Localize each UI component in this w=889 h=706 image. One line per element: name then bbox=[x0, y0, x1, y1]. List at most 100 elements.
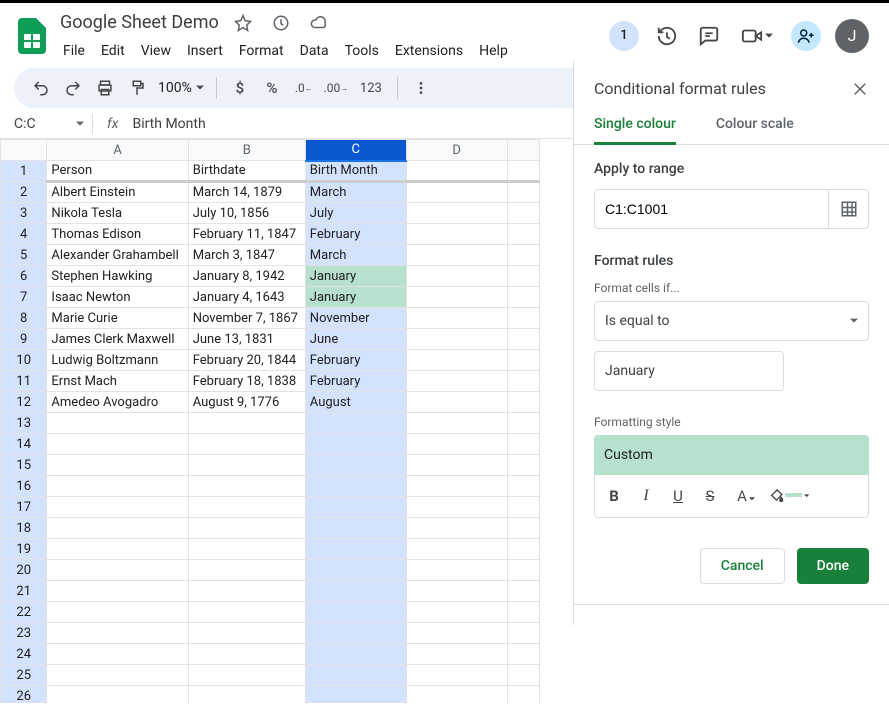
cell[interactable] bbox=[305, 560, 406, 581]
cell[interactable] bbox=[305, 665, 406, 686]
cell[interactable] bbox=[305, 581, 406, 602]
text-color-button[interactable]: A bbox=[729, 483, 763, 509]
cell[interactable] bbox=[507, 581, 539, 602]
cell[interactable]: March 3, 1847 bbox=[188, 245, 305, 266]
cell[interactable]: January 8, 1942 bbox=[188, 266, 305, 287]
row-header[interactable]: 10 bbox=[1, 350, 47, 371]
cell[interactable] bbox=[507, 539, 539, 560]
row-header[interactable]: 3 bbox=[1, 203, 47, 224]
cell[interactable]: Birth Month bbox=[305, 161, 406, 182]
style-preview[interactable]: Custom bbox=[594, 435, 869, 475]
tab-single-colour[interactable]: Single colour bbox=[594, 116, 676, 145]
cell[interactable] bbox=[406, 329, 507, 350]
menu-file[interactable]: File bbox=[56, 39, 92, 63]
presence-count[interactable]: 1 bbox=[609, 21, 639, 51]
menu-extensions[interactable]: Extensions bbox=[388, 39, 470, 63]
cell[interactable] bbox=[406, 371, 507, 392]
cell[interactable] bbox=[406, 686, 507, 704]
cell[interactable]: January bbox=[305, 287, 406, 308]
cell[interactable] bbox=[188, 644, 305, 665]
row-header[interactable]: 21 bbox=[1, 581, 47, 602]
cell[interactable]: Albert Einstein bbox=[47, 182, 188, 203]
cancel-button[interactable]: Cancel bbox=[700, 548, 785, 584]
cell[interactable] bbox=[188, 602, 305, 623]
row-header[interactable]: 11 bbox=[1, 371, 47, 392]
cell[interactable] bbox=[507, 623, 539, 644]
cell[interactable] bbox=[507, 497, 539, 518]
cell[interactable]: July 10, 1856 bbox=[188, 203, 305, 224]
account-avatar[interactable]: J bbox=[835, 19, 869, 53]
zoom-select[interactable]: 100% bbox=[154, 80, 208, 96]
cell[interactable] bbox=[47, 581, 188, 602]
cell[interactable] bbox=[507, 434, 539, 455]
cell[interactable] bbox=[305, 686, 406, 704]
cell[interactable]: Isaac Newton bbox=[47, 287, 188, 308]
column-header-D[interactable]: D bbox=[406, 140, 507, 161]
cell[interactable] bbox=[305, 413, 406, 434]
cell[interactable] bbox=[305, 644, 406, 665]
cell[interactable] bbox=[47, 665, 188, 686]
row-header[interactable]: 16 bbox=[1, 476, 47, 497]
cell[interactable] bbox=[507, 644, 539, 665]
cell[interactable] bbox=[188, 623, 305, 644]
more-toolbar-button[interactable] bbox=[406, 73, 436, 103]
row-header[interactable]: 13 bbox=[1, 413, 47, 434]
cell[interactable] bbox=[507, 350, 539, 371]
print-button[interactable] bbox=[90, 73, 120, 103]
cell[interactable]: August bbox=[305, 392, 406, 413]
cell[interactable] bbox=[47, 497, 188, 518]
cell[interactable] bbox=[305, 476, 406, 497]
cell[interactable] bbox=[406, 581, 507, 602]
cell[interactable] bbox=[406, 413, 507, 434]
row-header[interactable]: 4 bbox=[1, 224, 47, 245]
cell[interactable] bbox=[406, 182, 507, 203]
cell[interactable] bbox=[406, 665, 507, 686]
corner-cell[interactable] bbox=[507, 140, 539, 161]
menu-help[interactable]: Help bbox=[472, 39, 515, 63]
cell[interactable] bbox=[305, 539, 406, 560]
fill-color-button[interactable] bbox=[769, 483, 809, 509]
redo-button[interactable] bbox=[58, 73, 88, 103]
italic-button[interactable]: I bbox=[633, 483, 659, 509]
cell[interactable]: Thomas Edison bbox=[47, 224, 188, 245]
cell[interactable]: Ernst Mach bbox=[47, 371, 188, 392]
cell[interactable]: November bbox=[305, 308, 406, 329]
row-header[interactable]: 2 bbox=[1, 182, 47, 203]
row-header[interactable]: 20 bbox=[1, 560, 47, 581]
star-icon[interactable] bbox=[229, 9, 257, 37]
row-header[interactable]: 23 bbox=[1, 623, 47, 644]
number-format-button[interactable]: 123 bbox=[353, 73, 389, 103]
cell[interactable] bbox=[188, 686, 305, 704]
cell[interactable] bbox=[406, 518, 507, 539]
cell[interactable] bbox=[305, 623, 406, 644]
spreadsheet-grid[interactable]: ABCD 1PersonBirthdateBirth Month2Albert … bbox=[0, 139, 540, 703]
row-header[interactable]: 14 bbox=[1, 434, 47, 455]
cell[interactable] bbox=[47, 455, 188, 476]
row-header[interactable]: 15 bbox=[1, 455, 47, 476]
cell[interactable]: James Clerk Maxwell bbox=[47, 329, 188, 350]
range-input[interactable] bbox=[595, 201, 828, 217]
cell[interactable] bbox=[47, 539, 188, 560]
cell[interactable]: November 7, 1867 bbox=[188, 308, 305, 329]
row-header[interactable]: 26 bbox=[1, 686, 47, 704]
cell[interactable]: Marie Curie bbox=[47, 308, 188, 329]
cell[interactable] bbox=[507, 560, 539, 581]
cell[interactable] bbox=[188, 476, 305, 497]
percent-button[interactable]: % bbox=[257, 73, 287, 103]
document-title[interactable]: Google Sheet Demo bbox=[56, 12, 219, 33]
cell[interactable] bbox=[406, 623, 507, 644]
sheets-logo[interactable] bbox=[12, 16, 52, 56]
underline-button[interactable]: U bbox=[665, 483, 691, 509]
cell[interactable] bbox=[406, 434, 507, 455]
cell[interactable] bbox=[406, 644, 507, 665]
cell[interactable] bbox=[507, 287, 539, 308]
cell[interactable] bbox=[507, 203, 539, 224]
cell[interactable] bbox=[406, 560, 507, 581]
cell[interactable] bbox=[406, 308, 507, 329]
row-header[interactable]: 6 bbox=[1, 266, 47, 287]
cell[interactable]: March bbox=[305, 182, 406, 203]
condition-select[interactable]: Is equal to bbox=[594, 301, 869, 341]
cell[interactable] bbox=[47, 560, 188, 581]
cell[interactable]: Birthdate bbox=[188, 161, 305, 182]
cell[interactable] bbox=[406, 203, 507, 224]
